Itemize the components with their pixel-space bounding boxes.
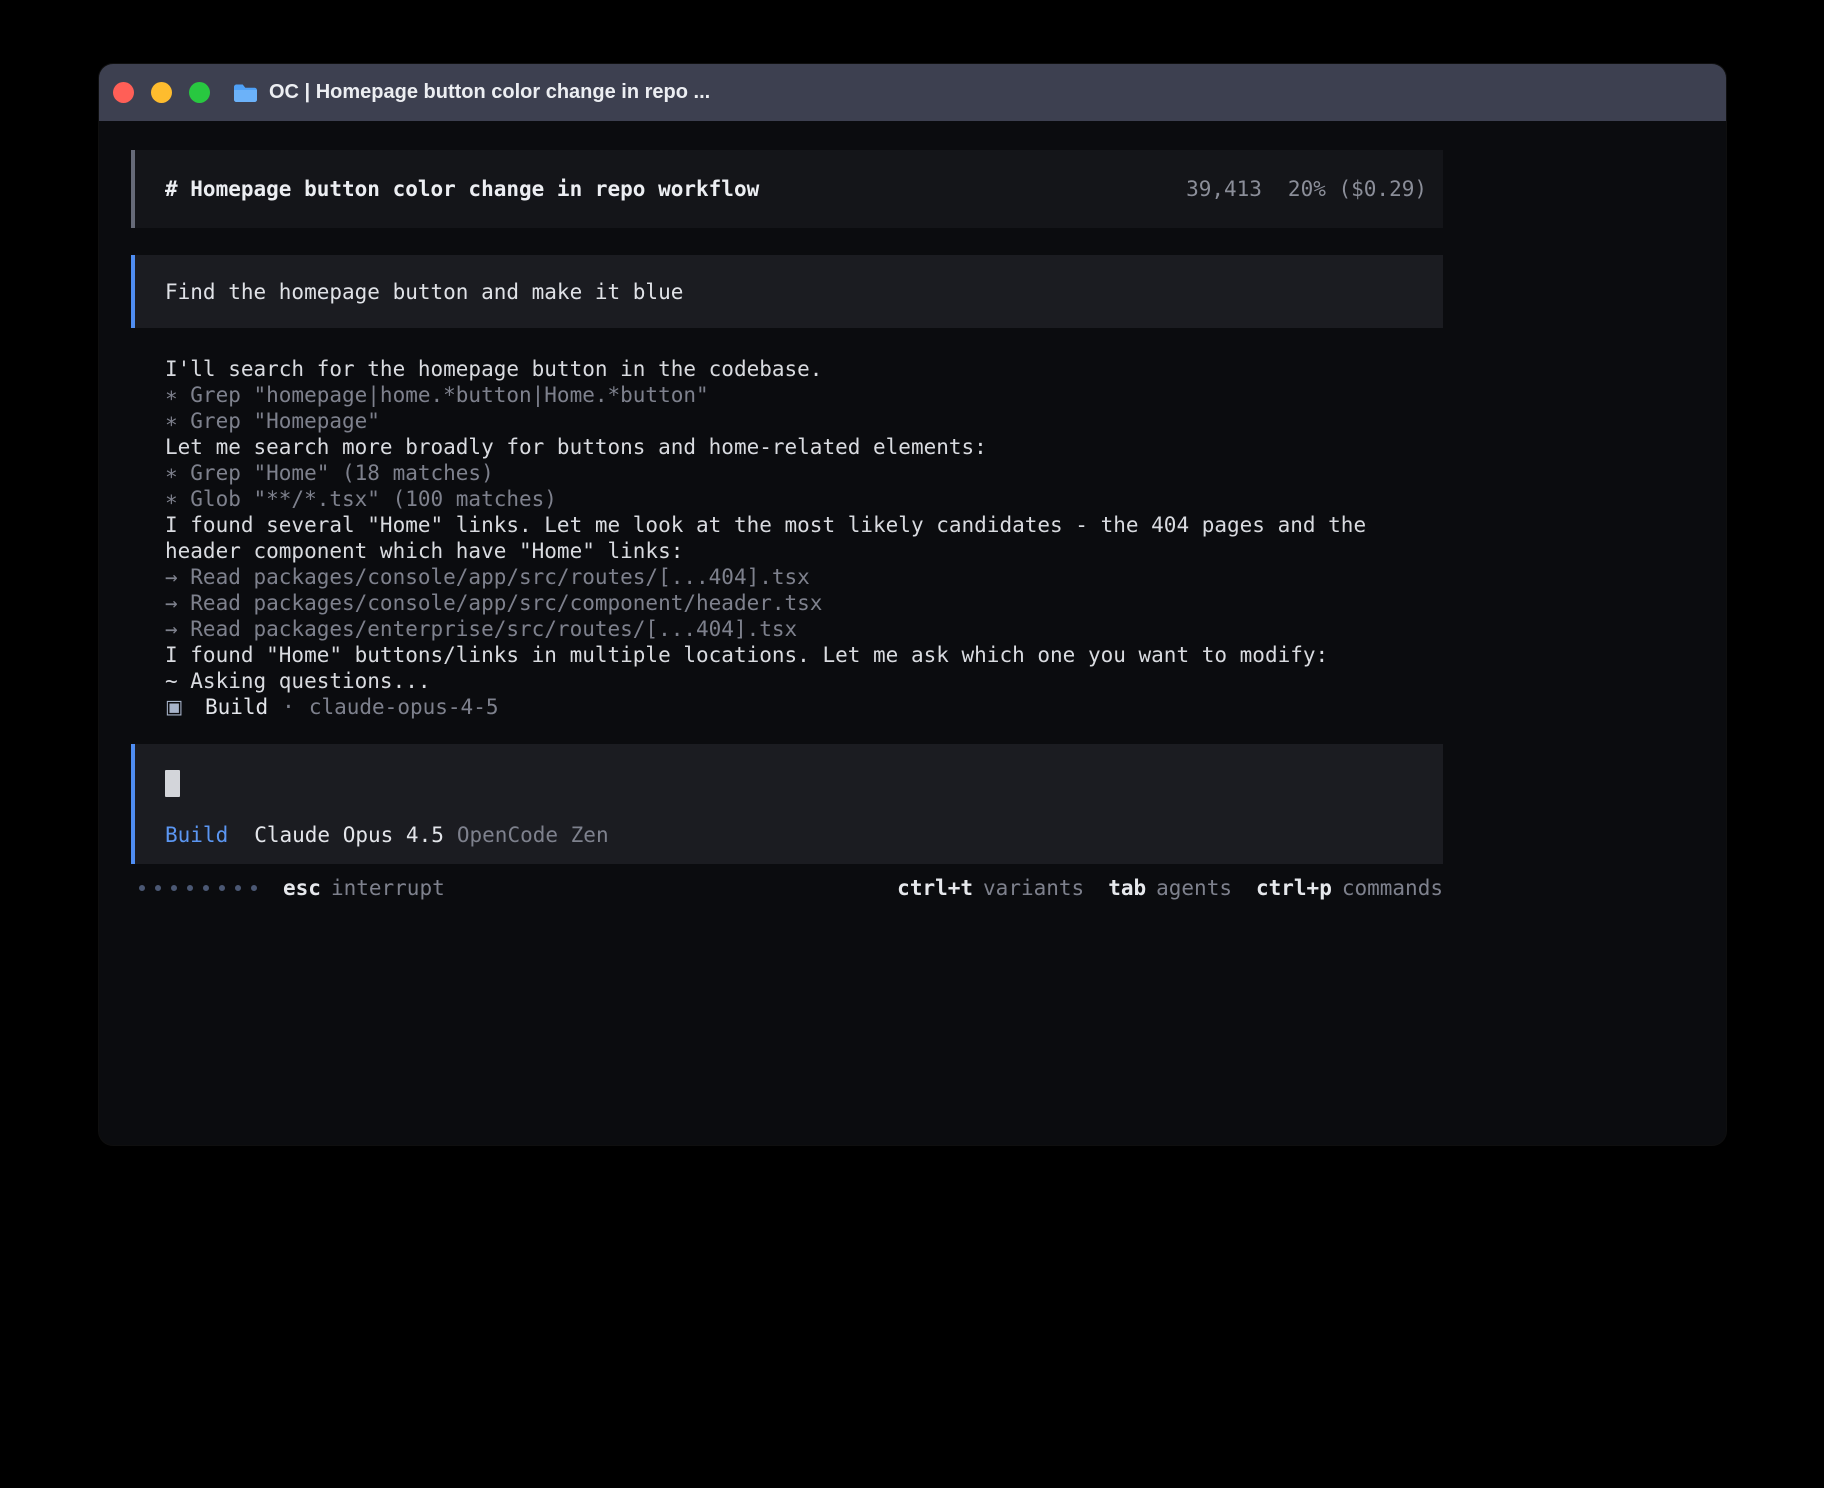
agent-status-row: ▣ Build · claude-opus-4-5 (165, 694, 1443, 720)
spinner-dots (139, 885, 257, 891)
prompt-input[interactable]: Build Claude Opus 4.5 OpenCode Zen (131, 744, 1443, 864)
input-status-row: Build Claude Opus 4.5 OpenCode Zen (165, 822, 1413, 848)
status-bar-right: ctrl+t variants tab agents ctrl+p comman… (897, 875, 1443, 901)
tool-call-line: ∗ Grep "Homepage" (165, 408, 1443, 434)
text-cursor (165, 770, 180, 797)
terminal-content: # Homepage button color change in repo w… (131, 150, 1443, 901)
tab-key: tab (1108, 875, 1146, 901)
status-bar-left: esc interrupt (131, 875, 445, 901)
assistant-paragraph: Let me search more broadly for buttons a… (165, 434, 1443, 460)
status-bar: esc interrupt ctrl+t variants tab agents… (131, 875, 1443, 901)
traffic-lights (113, 82, 210, 103)
variants-label: variants (983, 875, 1084, 901)
tool-call-line: ∗ Grep "homepage|home.*button|Home.*butt… (165, 382, 1443, 408)
assistant-paragraph: I'll search for the homepage button in t… (165, 356, 1443, 382)
agent-name: Build (205, 694, 268, 720)
shortcut-agents: tab agents (1108, 875, 1232, 901)
assistant-paragraph: I found "Home" buttons/links in multiple… (165, 642, 1443, 668)
tool-call-line: ∗ Grep "Home" (18 matches) (165, 460, 1443, 486)
file-read-line: → Read packages/enterprise/src/routes/[.… (165, 616, 1443, 642)
agent-icon: ▣ (165, 694, 183, 720)
esc-key: esc (283, 875, 321, 901)
separator-dot: · (282, 694, 295, 720)
close-button[interactable] (113, 82, 134, 103)
ctrl-p-key: ctrl+p (1256, 875, 1332, 901)
token-count: 39,413 (1186, 176, 1262, 202)
agents-label: agents (1156, 875, 1232, 901)
user-message-text: Find the homepage button and make it blu… (165, 279, 683, 305)
ctrl-t-key: ctrl+t (897, 875, 973, 901)
provider-label: OpenCode Zen (457, 822, 609, 848)
session-title: # Homepage button color change in repo w… (165, 176, 759, 202)
agent-mode-label[interactable]: Build (165, 822, 228, 848)
minimize-button[interactable] (151, 82, 172, 103)
file-read-line: → Read packages/console/app/src/routes/[… (165, 564, 1443, 590)
desktop-background: OC | Homepage button color change in rep… (0, 0, 1824, 1488)
window-titlebar: OC | Homepage button color change in rep… (99, 64, 1726, 121)
shortcut-commands: ctrl+p commands (1256, 875, 1443, 901)
terminal-window: OC | Homepage button color change in rep… (99, 64, 1726, 1145)
context-usage: 20% ($0.29) (1288, 176, 1427, 202)
agent-model: claude-opus-4-5 (309, 694, 499, 720)
asking-status-line: ~ Asking questions... (165, 668, 1443, 694)
zoom-button[interactable] (189, 82, 210, 103)
file-read-line: → Read packages/console/app/src/componen… (165, 590, 1443, 616)
shortcut-variants: ctrl+t variants (897, 875, 1084, 901)
tool-call-line: ∗ Glob "**/*.tsx" (100 matches) (165, 486, 1443, 512)
commands-label: commands (1342, 875, 1443, 901)
assistant-response: I'll search for the homepage button in t… (131, 356, 1443, 720)
session-header: # Homepage button color change in repo w… (131, 150, 1443, 228)
esc-label: interrupt (331, 875, 445, 901)
folder-icon (232, 82, 259, 104)
user-message: Find the homepage button and make it blu… (131, 255, 1443, 328)
window-title: OC | Homepage button color change in rep… (269, 81, 710, 104)
assistant-paragraph: I found several "Home" links. Let me loo… (165, 512, 1443, 564)
session-stats: 39,413 20% ($0.29) (1186, 176, 1427, 202)
model-label: Claude Opus 4.5 (254, 822, 444, 848)
shortcut-esc-interrupt: esc interrupt (283, 875, 445, 901)
